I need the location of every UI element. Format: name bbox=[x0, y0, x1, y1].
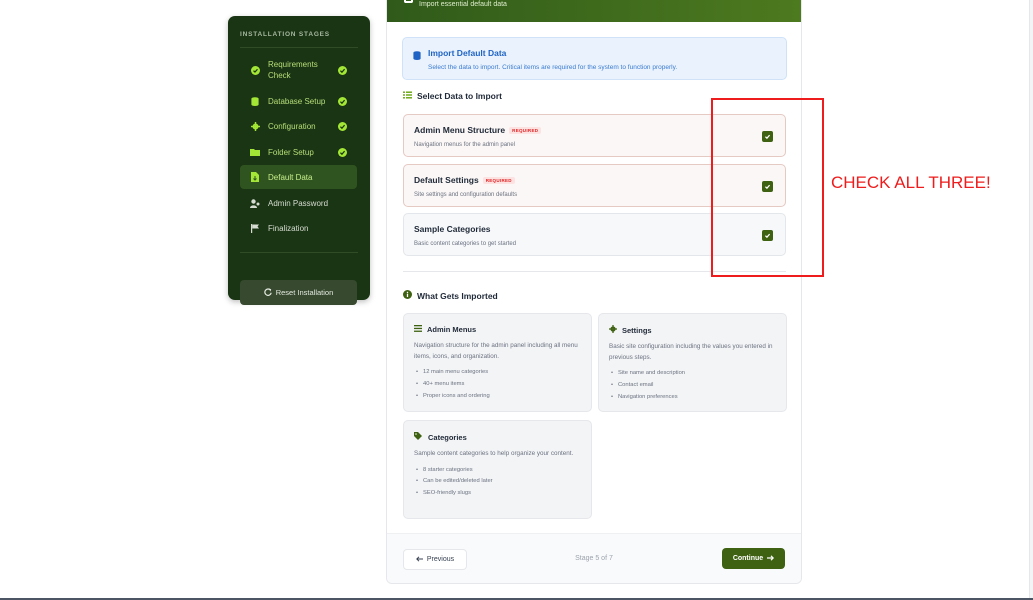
info-title: Import Default Data bbox=[428, 48, 507, 58]
list-item: Proper icons and ordering bbox=[414, 391, 581, 403]
option-description: Basic content categories to get started bbox=[414, 241, 517, 247]
sidebar-title: INSTALLATION STAGES bbox=[240, 31, 330, 38]
select-data-title: Select Data to Import bbox=[417, 91, 503, 101]
gear-icon bbox=[609, 325, 617, 335]
folder-icon bbox=[250, 147, 260, 157]
arrow-right-icon bbox=[767, 554, 775, 563]
user-key-icon bbox=[250, 198, 260, 208]
done-check-icon bbox=[338, 96, 347, 106]
sidebar-item-label: Folder Setup bbox=[268, 147, 314, 157]
tile-bullets: 12 main menu categories 40+ menu items P… bbox=[414, 367, 581, 402]
header-icon bbox=[404, 0, 413, 3]
tile-bullets: 8 starter categories Can be edited/delet… bbox=[414, 465, 581, 500]
sidebar-item-default-data[interactable]: Default Data bbox=[240, 165, 357, 189]
option-name-row: Sample Categories bbox=[414, 224, 491, 234]
info-alert: Import Default Data Select the data to i… bbox=[402, 37, 787, 80]
info-circle-icon bbox=[403, 290, 412, 301]
tile-heading: Admin Menus bbox=[414, 325, 581, 334]
tile-settings: Settings Basic site configuration includ… bbox=[598, 313, 787, 412]
done-check-icon bbox=[338, 121, 347, 131]
installation-sidebar: INSTALLATION STAGES Requirements Check D… bbox=[228, 16, 370, 305]
reset-icon bbox=[264, 287, 272, 298]
flag-icon bbox=[250, 223, 260, 233]
database-icon bbox=[413, 47, 421, 65]
list-item: Can be edited/deleted later bbox=[414, 476, 581, 488]
list-item: 12 main menu categories bbox=[414, 367, 581, 379]
tile-admin-menus: Admin Menus Navigation structure for the… bbox=[403, 313, 592, 412]
file-import-icon bbox=[250, 172, 260, 182]
option-name-row: Admin Menu Structure REQUIRED bbox=[414, 125, 542, 135]
list-item: Contact email bbox=[609, 380, 776, 392]
tile-title: Settings bbox=[622, 325, 652, 335]
list-item: SEO-friendly slugs bbox=[414, 488, 581, 500]
select-data-heading: Select Data to Import bbox=[403, 91, 502, 101]
tile-heading: Categories bbox=[414, 432, 581, 442]
list-check-icon bbox=[403, 91, 412, 101]
list-icon bbox=[414, 325, 422, 334]
list-item: Site name and description bbox=[609, 368, 776, 380]
sidebar-item-requirements[interactable]: Requirements Check bbox=[240, 59, 357, 81]
option-name: Admin Menu Structure bbox=[414, 125, 506, 135]
option-description: Site settings and configuration defaults bbox=[414, 192, 518, 198]
done-check-icon bbox=[338, 65, 347, 75]
tile-categories: Categories Sample content categories to … bbox=[403, 420, 592, 519]
gear-icon bbox=[250, 121, 260, 131]
tile-bullets: Site name and description Contact email … bbox=[609, 368, 776, 403]
sidebar-item-label: Default Data bbox=[268, 172, 313, 182]
what-gets-imported-heading: What Gets Imported bbox=[403, 290, 498, 301]
sidebar-item-folder[interactable]: Folder Setup bbox=[240, 146, 357, 158]
info-description: Select the data to import. Critical item… bbox=[428, 64, 678, 71]
reset-installation-label: Reset Installation bbox=[275, 288, 334, 297]
sidebar-item-admin-password[interactable]: Admin Password bbox=[240, 197, 357, 209]
list-item: 8 starter categories bbox=[414, 465, 581, 477]
tag-icon bbox=[414, 432, 423, 442]
required-badge: REQUIRED bbox=[482, 176, 515, 184]
card-header: Import essential default data bbox=[387, 0, 801, 22]
card-subtitle: Import essential default data bbox=[419, 1, 507, 8]
sidebar-item-label: Finalization bbox=[268, 223, 309, 233]
list-item: 40+ menu items bbox=[414, 379, 581, 391]
tile-text: Navigation structure for the admin panel… bbox=[414, 342, 578, 360]
sidebar-item-label: Requirements Check bbox=[268, 60, 318, 80]
option-name: Default Settings bbox=[414, 175, 479, 185]
annotation-box bbox=[711, 98, 824, 277]
card-footer: Previous Stage 5 of 7 Continue bbox=[387, 533, 801, 583]
tile-heading: Settings bbox=[609, 325, 776, 335]
done-check-icon bbox=[338, 147, 347, 157]
sidebar-item-finalization[interactable]: Finalization bbox=[240, 222, 357, 234]
sidebar-item-label: Configuration bbox=[268, 121, 316, 131]
annotation-text: CHECK ALL THREE! bbox=[831, 173, 991, 192]
sidebar-item-label: Database Setup bbox=[268, 96, 326, 106]
tile-title: Categories bbox=[428, 432, 467, 442]
sidebar-item-label: Admin Password bbox=[268, 198, 329, 208]
database-icon bbox=[250, 96, 260, 106]
what-gets-imported-title: What Gets Imported bbox=[417, 290, 498, 301]
default-data-card: Import essential default data Import Def… bbox=[386, 0, 802, 584]
required-badge: REQUIRED bbox=[509, 126, 542, 134]
tile-title: Admin Menus bbox=[427, 325, 477, 334]
reset-installation-button[interactable]: Reset Installation bbox=[240, 280, 357, 305]
continue-label: Continue bbox=[732, 555, 764, 562]
sidebar-item-database[interactable]: Database Setup bbox=[240, 95, 357, 107]
option-name-row: Default Settings REQUIRED bbox=[414, 175, 515, 185]
sidebar-item-configuration[interactable]: Configuration bbox=[240, 120, 357, 132]
check-circle-icon bbox=[250, 65, 260, 75]
list-item: Navigation preferences bbox=[609, 392, 776, 404]
tile-text: Sample content categories to help organi… bbox=[414, 450, 574, 457]
page-scrollbar[interactable] bbox=[1029, 0, 1033, 598]
option-description: Navigation menus for the admin panel bbox=[414, 142, 516, 148]
tile-text: Basic site configuration including the v… bbox=[609, 343, 773, 361]
option-name: Sample Categories bbox=[414, 224, 491, 234]
continue-button[interactable]: Continue bbox=[722, 548, 785, 569]
sidebar-divider bbox=[240, 47, 358, 48]
sidebar-divider bbox=[240, 252, 358, 253]
